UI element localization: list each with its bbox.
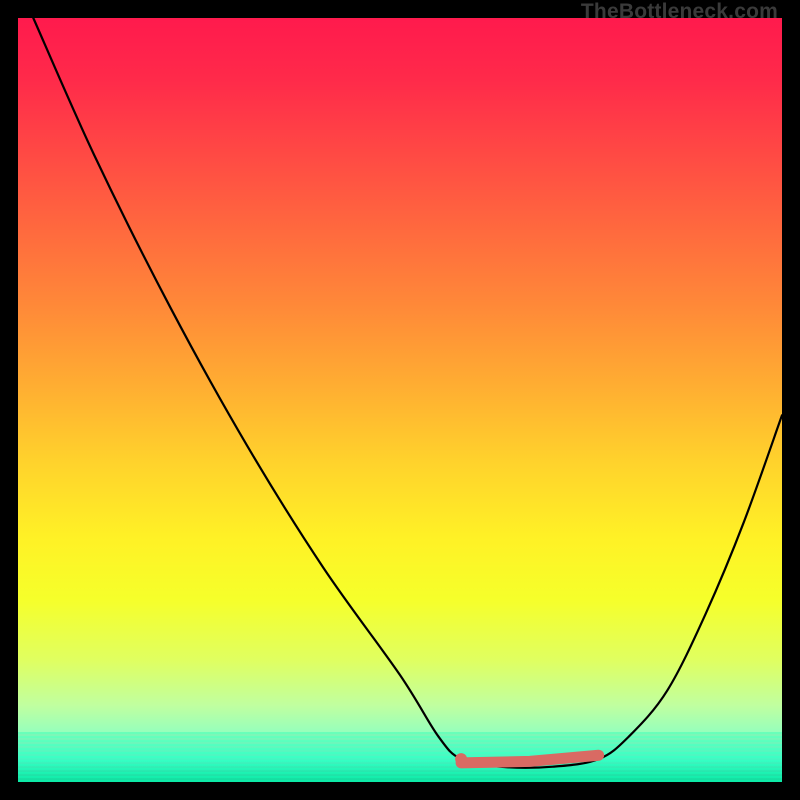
marker-bar xyxy=(461,755,599,763)
chart-frame xyxy=(18,18,782,782)
chart-curve xyxy=(33,18,782,768)
brand-watermark: TheBottleneck.com xyxy=(581,0,778,24)
marker-dot xyxy=(455,753,467,765)
chart-svg xyxy=(18,18,782,782)
